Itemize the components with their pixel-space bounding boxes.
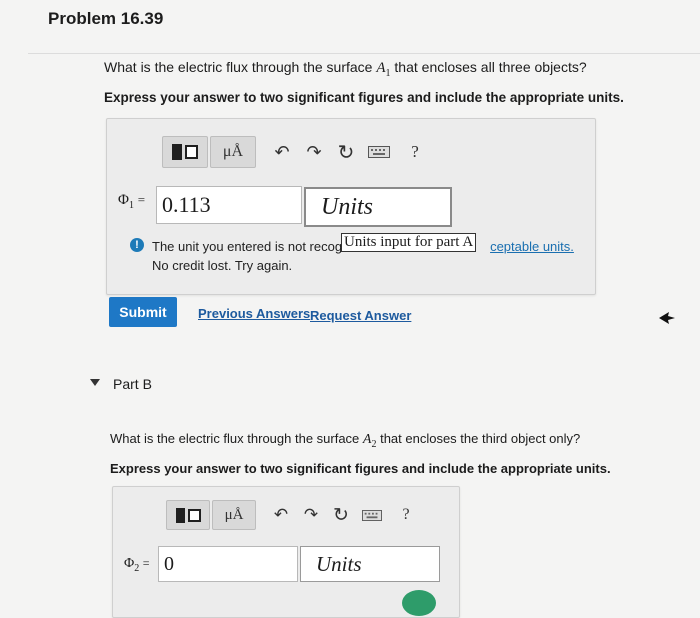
partA-question-prefix: What is the electric flux through the su… (104, 59, 377, 75)
undo-icon[interactable]: ↶ (266, 137, 298, 167)
partA-toolbar: μÅ ↶ ↷ ↻ ? (162, 136, 430, 168)
partB-units-input[interactable]: Units (300, 546, 440, 582)
error-icon: ! (130, 238, 144, 252)
partA-units-input[interactable]: Units (304, 187, 452, 227)
partA-surface-symbol: A1 (376, 60, 391, 79)
partB-answer-label: Φ2 = (124, 556, 150, 574)
partA-answer-label: Φ1 = (118, 192, 146, 211)
partA-question: What is the electric flux through the su… (104, 59, 587, 79)
partA-value-input[interactable]: 0.113 (156, 186, 302, 224)
submit-button[interactable]: Submit (109, 297, 177, 327)
collapse-arrow-icon[interactable] (90, 379, 100, 386)
previous-answers-link[interactable]: Previous Answers (198, 306, 310, 321)
partB-question-suffix: that encloses the third object only? (376, 431, 581, 446)
divider (28, 53, 700, 54)
reset-icon[interactable]: ↻ (326, 501, 356, 529)
reset-icon[interactable]: ↻ (330, 137, 362, 167)
keyboard-icon[interactable] (356, 501, 388, 529)
templates-icon (172, 141, 198, 163)
request-answer-link[interactable]: Request Answer (310, 308, 411, 323)
templates-icon (175, 504, 201, 526)
help-icon[interactable]: ? (400, 137, 430, 167)
units-button[interactable]: μÅ (210, 136, 256, 168)
partA-question-suffix: that encloses all three objects? (390, 59, 587, 75)
partB-status-icon (402, 590, 436, 616)
partA-feedback-line2: No credit lost. Try again. (152, 258, 293, 273)
partB-instruction: Express your answer to two significant f… (110, 461, 611, 476)
problem-title: Problem 16.39 (48, 9, 164, 28)
templates-button[interactable] (166, 500, 210, 530)
redo-icon[interactable]: ↷ (296, 501, 326, 529)
redo-icon[interactable]: ↷ (298, 137, 330, 167)
partB-title[interactable]: Part B (113, 376, 152, 392)
partB-question-prefix: What is the electric flux through the su… (110, 431, 363, 446)
partB-value-input[interactable]: 0 (158, 546, 298, 582)
undo-icon[interactable]: ↶ (266, 501, 296, 529)
partB-toolbar: μÅ ↶ ↷ ↻ ? (166, 500, 420, 530)
help-icon[interactable]: ? (392, 501, 420, 529)
partA-instruction: Express your answer to two significant f… (104, 90, 624, 105)
keyboard-icon[interactable] (362, 137, 396, 167)
cursor-icon (659, 312, 675, 324)
partB-surface-symbol: A2 (362, 432, 377, 450)
units-tooltip: Units input for part A (341, 233, 477, 252)
partB-question: What is the electric flux through the su… (110, 431, 580, 450)
acceptable-units-link[interactable]: ceptable units. (490, 239, 574, 254)
units-button[interactable]: μÅ (212, 500, 256, 530)
partA-feedback-text: The unit you entered is not recog (152, 239, 343, 254)
templates-button[interactable] (162, 136, 208, 168)
